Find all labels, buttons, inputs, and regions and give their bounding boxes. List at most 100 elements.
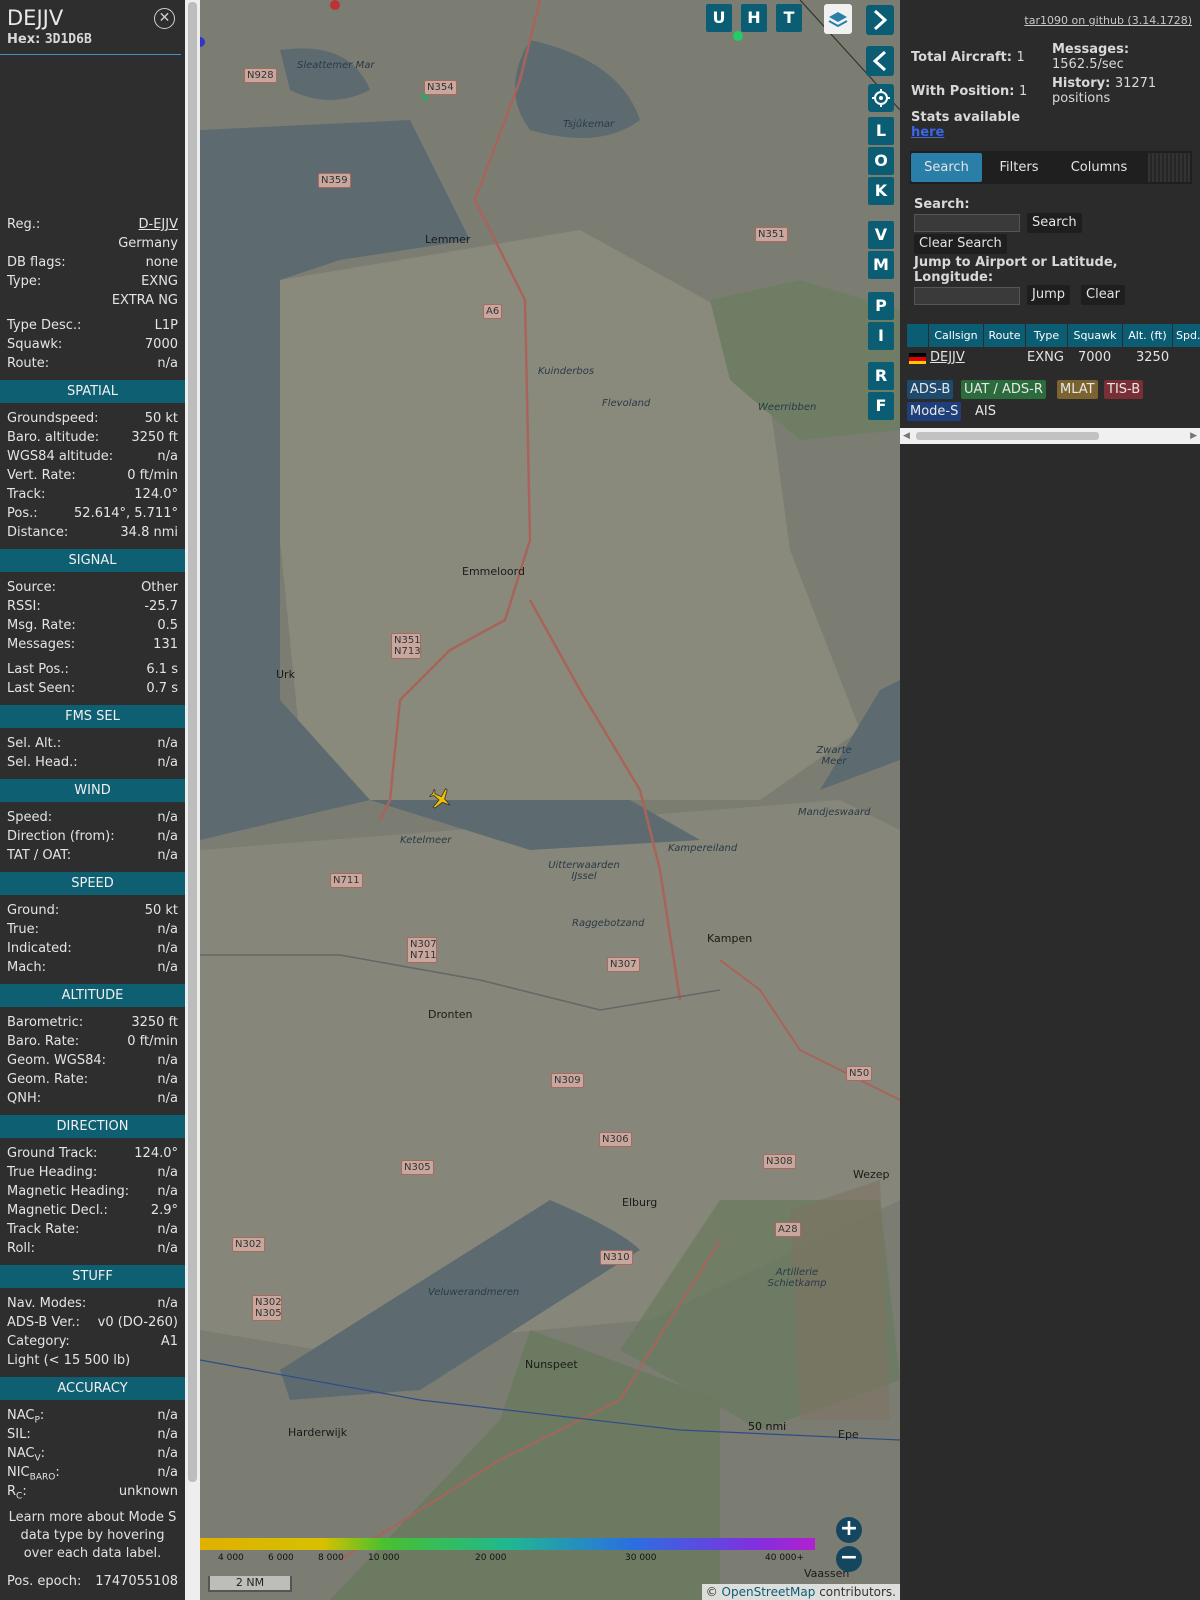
altitude-scale-tick: 20 000: [475, 1553, 507, 1563]
altitude-row: Baro. Rate: 0 ft/min: [0, 1032, 185, 1051]
speed-row: Indicated: n/a: [0, 939, 185, 958]
zoom-out-button[interactable]: −: [836, 1546, 862, 1572]
sidebar-panel: tar1090 on github (3.14.1728) Total Airc…: [900, 0, 1200, 1600]
map-button-h[interactable]: H: [741, 4, 767, 32]
section-header-spatial: SPATIAL: [0, 380, 185, 403]
dbflags-value: none: [145, 255, 178, 270]
table-header-route[interactable]: Route: [983, 324, 1025, 347]
squawk-row: Squawk: 7000: [0, 335, 185, 354]
map-button-t[interactable]: T: [776, 4, 802, 32]
info-scrollbar[interactable]: [185, 0, 200, 1600]
tab-columns[interactable]: Columns: [1056, 153, 1142, 182]
signal-row: RSSI: -25.7: [0, 597, 185, 616]
map-road-label: N302 N305: [252, 1295, 282, 1321]
speed-label: Mach:: [7, 960, 46, 975]
map-place-label: Harderwijk: [288, 1426, 348, 1439]
clear-search-button[interactable]: Clear Search: [914, 234, 1007, 254]
altitude-value: 0 ft/min: [127, 1034, 178, 1049]
table-hscrollbar-thumb[interactable]: [916, 432, 1099, 440]
map-button-f[interactable]: F: [868, 392, 894, 420]
table-header-type[interactable]: Type: [1025, 324, 1067, 347]
jump-input[interactable]: [914, 287, 1020, 305]
altitude-row: Barometric: 3250 ft: [0, 1013, 185, 1032]
signal-label: Last Seen:: [7, 681, 76, 696]
map-button-u[interactable]: U: [706, 4, 732, 32]
tab-search[interactable]: Search: [911, 153, 982, 182]
tab-bar: Search Filters Columns: [910, 151, 1192, 184]
row-callsign[interactable]: DEJJV: [930, 348, 965, 368]
altitude-label: Barometric:: [7, 1015, 84, 1030]
chevron-left-icon[interactable]: [866, 46, 894, 76]
map-road-label: N711: [330, 873, 363, 888]
map-button-o[interactable]: O: [868, 147, 894, 175]
github-link[interactable]: tar1090 on github (3.14.1728): [1024, 14, 1192, 27]
map-button-k[interactable]: K: [868, 177, 894, 205]
signal-row: Last Seen: 0.7 s: [0, 679, 185, 698]
stats-here-link[interactable]: here: [911, 125, 944, 140]
clear-button[interactable]: Clear: [1081, 285, 1125, 305]
table-header-flag: [906, 324, 928, 347]
table-header-speed[interactable]: Spd.: [1172, 324, 1200, 347]
osm-link[interactable]: OpenStreetMap: [722, 1585, 816, 1599]
sil-label: SIL:: [7, 1427, 31, 1442]
country-value: Germany: [118, 236, 178, 251]
map-button-v[interactable]: V: [868, 221, 894, 249]
scroll-right-icon[interactable]: ▶: [1190, 431, 1197, 441]
signal-value: Other: [141, 580, 178, 595]
stuff-label: ADS-B Ver.:: [7, 1315, 80, 1330]
map-road-label: N302: [232, 1237, 265, 1252]
map-place-label: Flevoland: [602, 398, 651, 409]
chevron-right-icon[interactable]: [866, 5, 894, 35]
direction-value: 124.0°: [134, 1146, 178, 1161]
layers-icon[interactable]: [824, 4, 852, 34]
map-button-p[interactable]: P: [868, 292, 894, 320]
map-place-label: Zwarte Meer: [816, 745, 852, 767]
scroll-left-icon[interactable]: ◀: [903, 431, 910, 441]
info-scrollbar-thumb[interactable]: [188, 2, 197, 1482]
legend-tisb: TIS-B: [1104, 380, 1144, 399]
pos-epoch-row: Pos. epoch: 1747055108: [0, 1572, 185, 1591]
pos-epoch-value: 1747055108: [95, 1574, 178, 1589]
tab-filters[interactable]: Filters: [988, 153, 1050, 182]
nic-value: n/a: [157, 1465, 178, 1480]
settings-gear-icon[interactable]: [868, 84, 894, 112]
search-input[interactable]: [914, 214, 1020, 232]
map-view[interactable]: Lemmer Emmeloord Urk Dronten Kampen Kampereil…: [200, 0, 900, 1600]
stuff-label: Category:: [7, 1334, 70, 1349]
direction-label: Track Rate:: [7, 1222, 80, 1237]
jump-button[interactable]: Jump: [1027, 285, 1070, 305]
type-value: EXNG: [141, 274, 178, 289]
map-place-label: Nunspeet: [525, 1358, 578, 1371]
info-header: DEJJV Hex: 3D1D6B ✕: [0, 0, 181, 55]
messages-rate: 1562.5/sec: [1052, 57, 1124, 72]
row-squawk: 7000: [1078, 350, 1112, 365]
zoom-in-button[interactable]: +: [836, 1517, 862, 1543]
fms-row: Sel. Head.: n/a: [0, 753, 185, 772]
direction-value: n/a: [157, 1222, 178, 1237]
map-place-label: Wezep: [853, 1168, 890, 1181]
stuff-row: ADS-B Ver.: v0 (DO-260): [0, 1313, 185, 1332]
tab-extra[interactable]: [1148, 153, 1190, 182]
altitude-color-scale: [200, 1538, 815, 1550]
map-button-r[interactable]: R: [868, 362, 894, 390]
map-road-label: N305: [401, 1160, 434, 1175]
spatial-value: 50 kt: [144, 411, 178, 426]
map-button-m[interactable]: M: [868, 251, 894, 279]
direction-label: Roll:: [7, 1241, 36, 1256]
map-road-label: A28: [775, 1222, 801, 1237]
signal-label: RSSI:: [7, 599, 41, 614]
spatial-row: Groundspeed: 50 kt: [0, 409, 185, 428]
close-icon[interactable]: ✕: [154, 8, 175, 29]
map-road-label: N307 N711: [407, 937, 437, 963]
map-button-i[interactable]: I: [868, 322, 894, 350]
map-button-l[interactable]: L: [868, 117, 894, 145]
signal-row: Last Pos.: 6.1 s: [0, 660, 185, 679]
table-header-callsign[interactable]: Callsign: [928, 324, 983, 347]
table-hscrollbar[interactable]: ◀ ▶: [900, 428, 1200, 444]
aircraft-marker-icon[interactable]: [426, 786, 456, 812]
table-header-squawk[interactable]: Squawk: [1067, 324, 1122, 347]
search-label: Search:: [914, 197, 970, 212]
registration-link[interactable]: D-EJJV: [139, 215, 178, 234]
search-button[interactable]: Search: [1027, 213, 1082, 233]
table-header-altitude[interactable]: Alt. (ft): [1122, 324, 1172, 347]
